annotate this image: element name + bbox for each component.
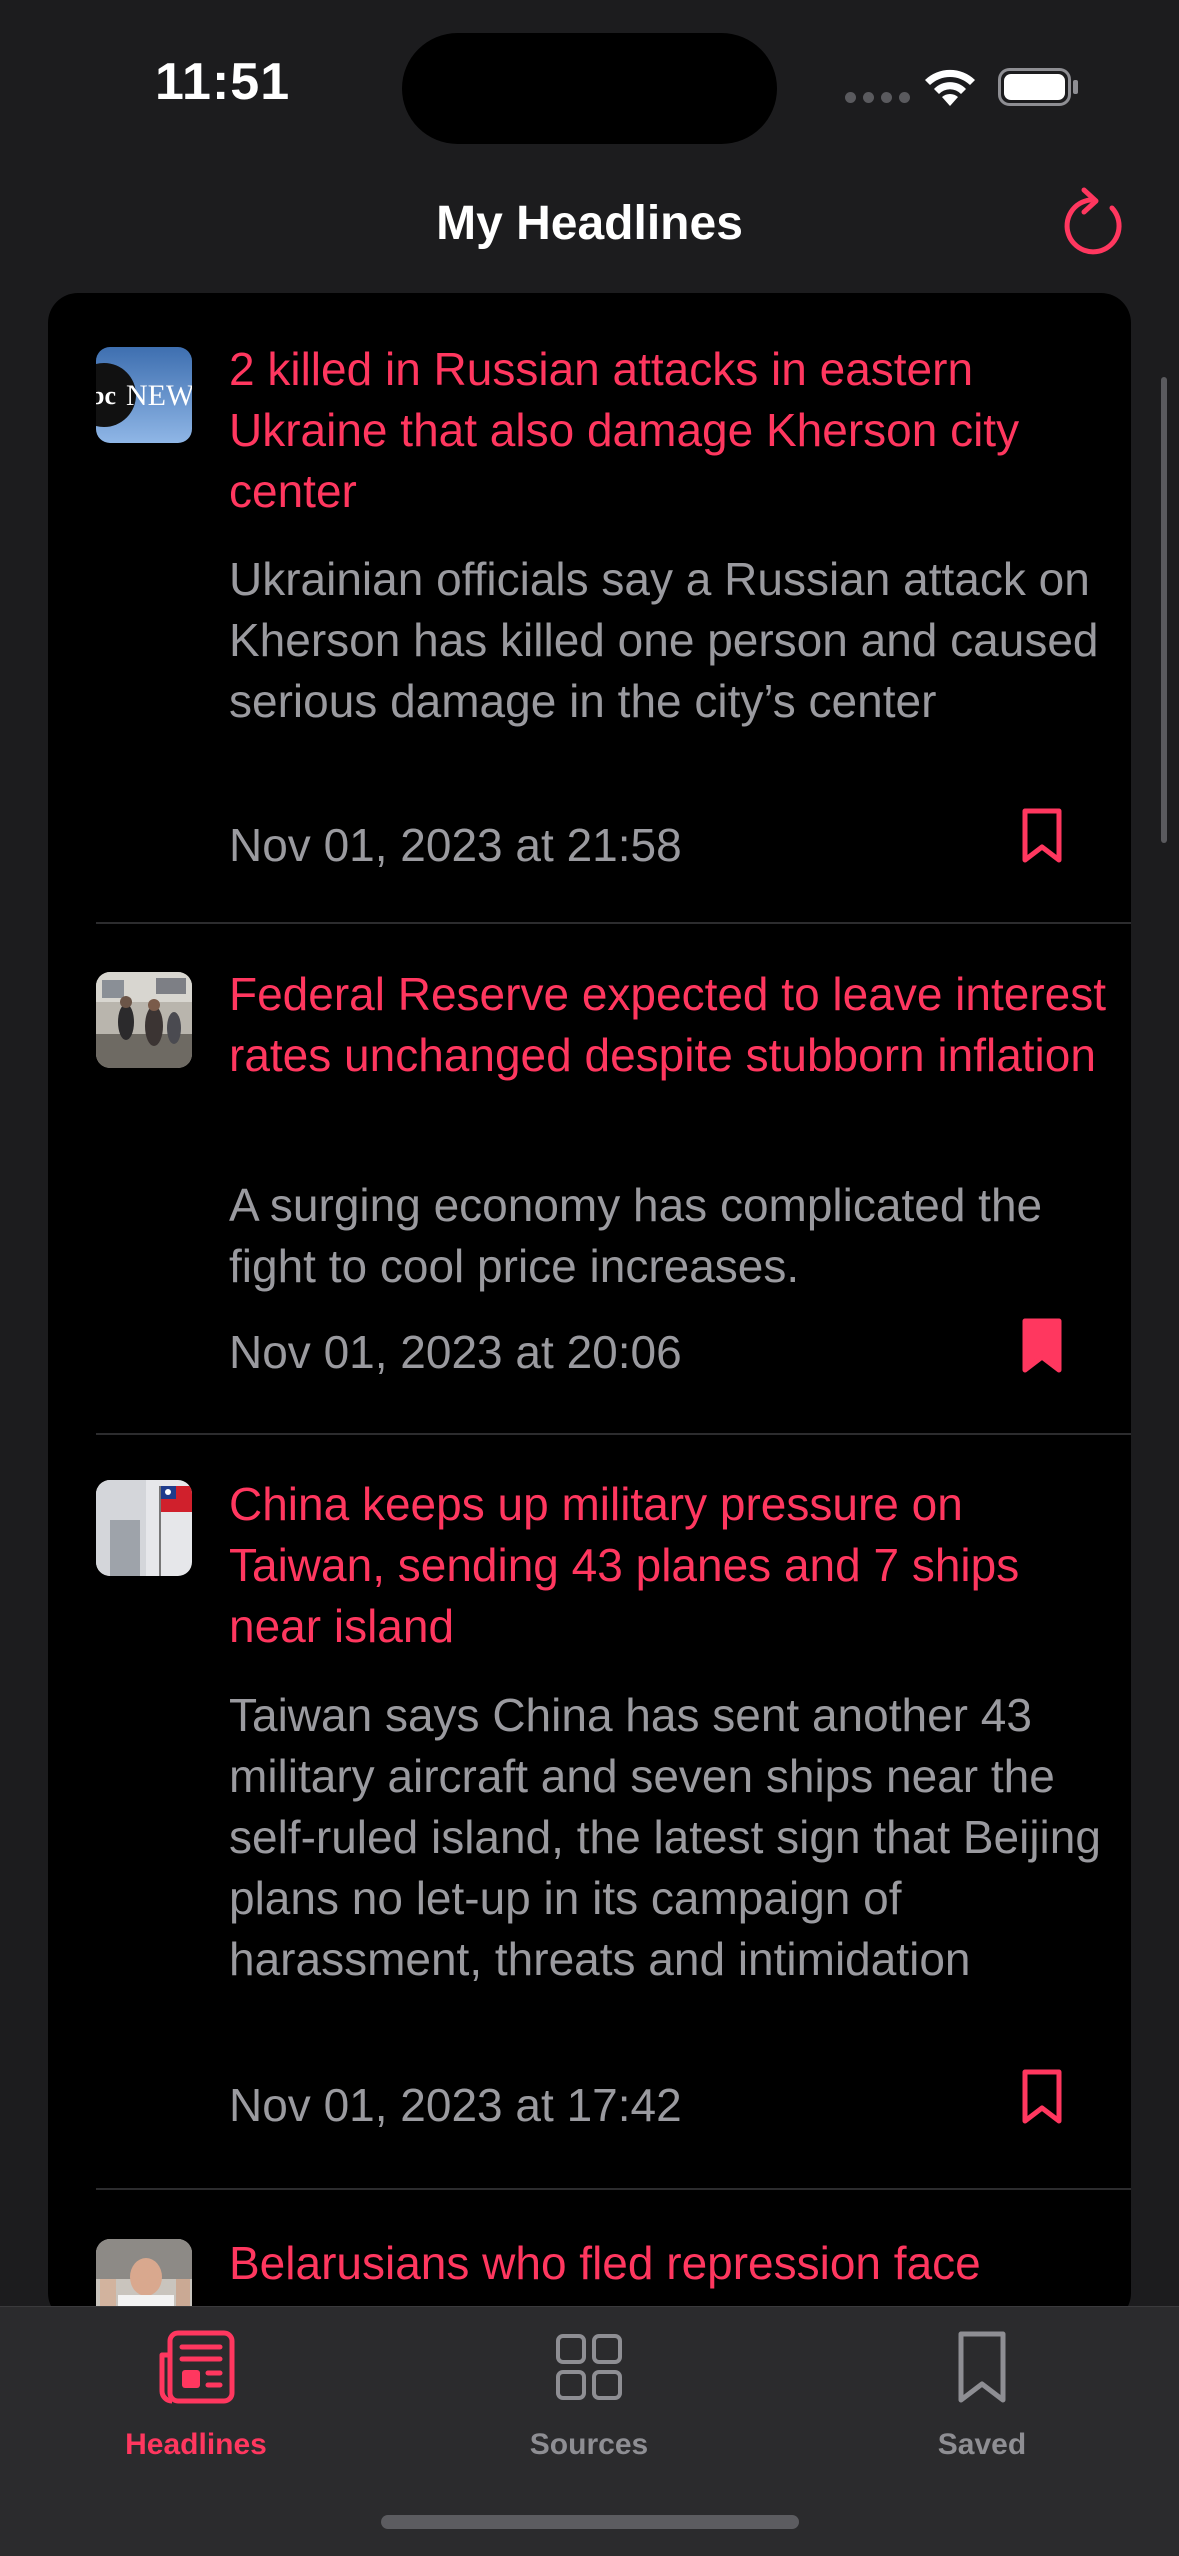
tab-headlines[interactable]: Headlines (46, 2307, 346, 2467)
bookmark-filled-icon[interactable] (1020, 1317, 1064, 1375)
article-row[interactable]: Belarusians who fled repression face (48, 2189, 1131, 2323)
cellular-signal-icon (845, 92, 910, 103)
article-thumbnail (96, 1480, 192, 1576)
article-description: A surging economy has complicated the fi… (229, 1179, 1043, 1292)
tab-label: Sources (529, 2428, 649, 2461)
tab-saved[interactable]: Saved (832, 2307, 1132, 2467)
dynamic-island (402, 33, 777, 144)
tab-label: Headlines (125, 2428, 267, 2461)
home-indicator[interactable] (381, 2515, 799, 2529)
bookmark-icon[interactable] (1020, 807, 1064, 865)
status-time: 11:51 (155, 53, 291, 111)
status-bar: 11:51 (0, 0, 1179, 175)
grid-icon (556, 2334, 622, 2400)
article-row[interactable]: bc NEW 2 killed in Russian attacks in ea… (48, 293, 1131, 924)
wifi-icon (925, 69, 975, 106)
tab-sources[interactable]: Sources (439, 2307, 739, 2467)
refresh-icon[interactable] (1060, 186, 1132, 262)
article-date: Nov 01, 2023 at 17:42 (229, 2079, 682, 2131)
abc-news-logo: bc NEW (96, 347, 192, 443)
article-title[interactable]: China keeps up military pressure on Taiw… (229, 1474, 1109, 1657)
svg-text:bc: bc (96, 381, 116, 410)
article-title[interactable]: Federal Reserve expected to leave intere… (229, 964, 1109, 1086)
page-title: My Headlines (436, 197, 743, 250)
tab-label: Saved (937, 2428, 1027, 2461)
svg-text:NEW: NEW (126, 379, 192, 412)
article-title[interactable]: 2 killed in Russian attacks in eastern U… (229, 339, 1109, 522)
bookmark-icon (958, 2331, 1006, 2403)
article-thumbnail (96, 972, 192, 1068)
headlines-list[interactable]: bc NEW 2 killed in Russian attacks in ea… (48, 293, 1131, 2323)
scroll-indicator[interactable] (1161, 377, 1167, 843)
battery-icon (998, 68, 1078, 106)
article-description: Taiwan says China has sent another 43 mi… (229, 1689, 1101, 1985)
article-description: Ukrainian officials say a Russian attack… (229, 553, 1099, 727)
newspaper-icon (159, 2330, 235, 2404)
article-date: Nov 01, 2023 at 21:58 (229, 819, 682, 871)
article-date: Nov 01, 2023 at 20:06 (229, 1326, 682, 1378)
article-row[interactable]: China keeps up military pressure on Taiw… (48, 1434, 1131, 2190)
article-title[interactable]: Belarusians who fled repression face (229, 2233, 1109, 2294)
article-row[interactable]: Federal Reserve expected to leave intere… (48, 924, 1131, 1435)
bookmark-icon[interactable] (1020, 2068, 1064, 2126)
